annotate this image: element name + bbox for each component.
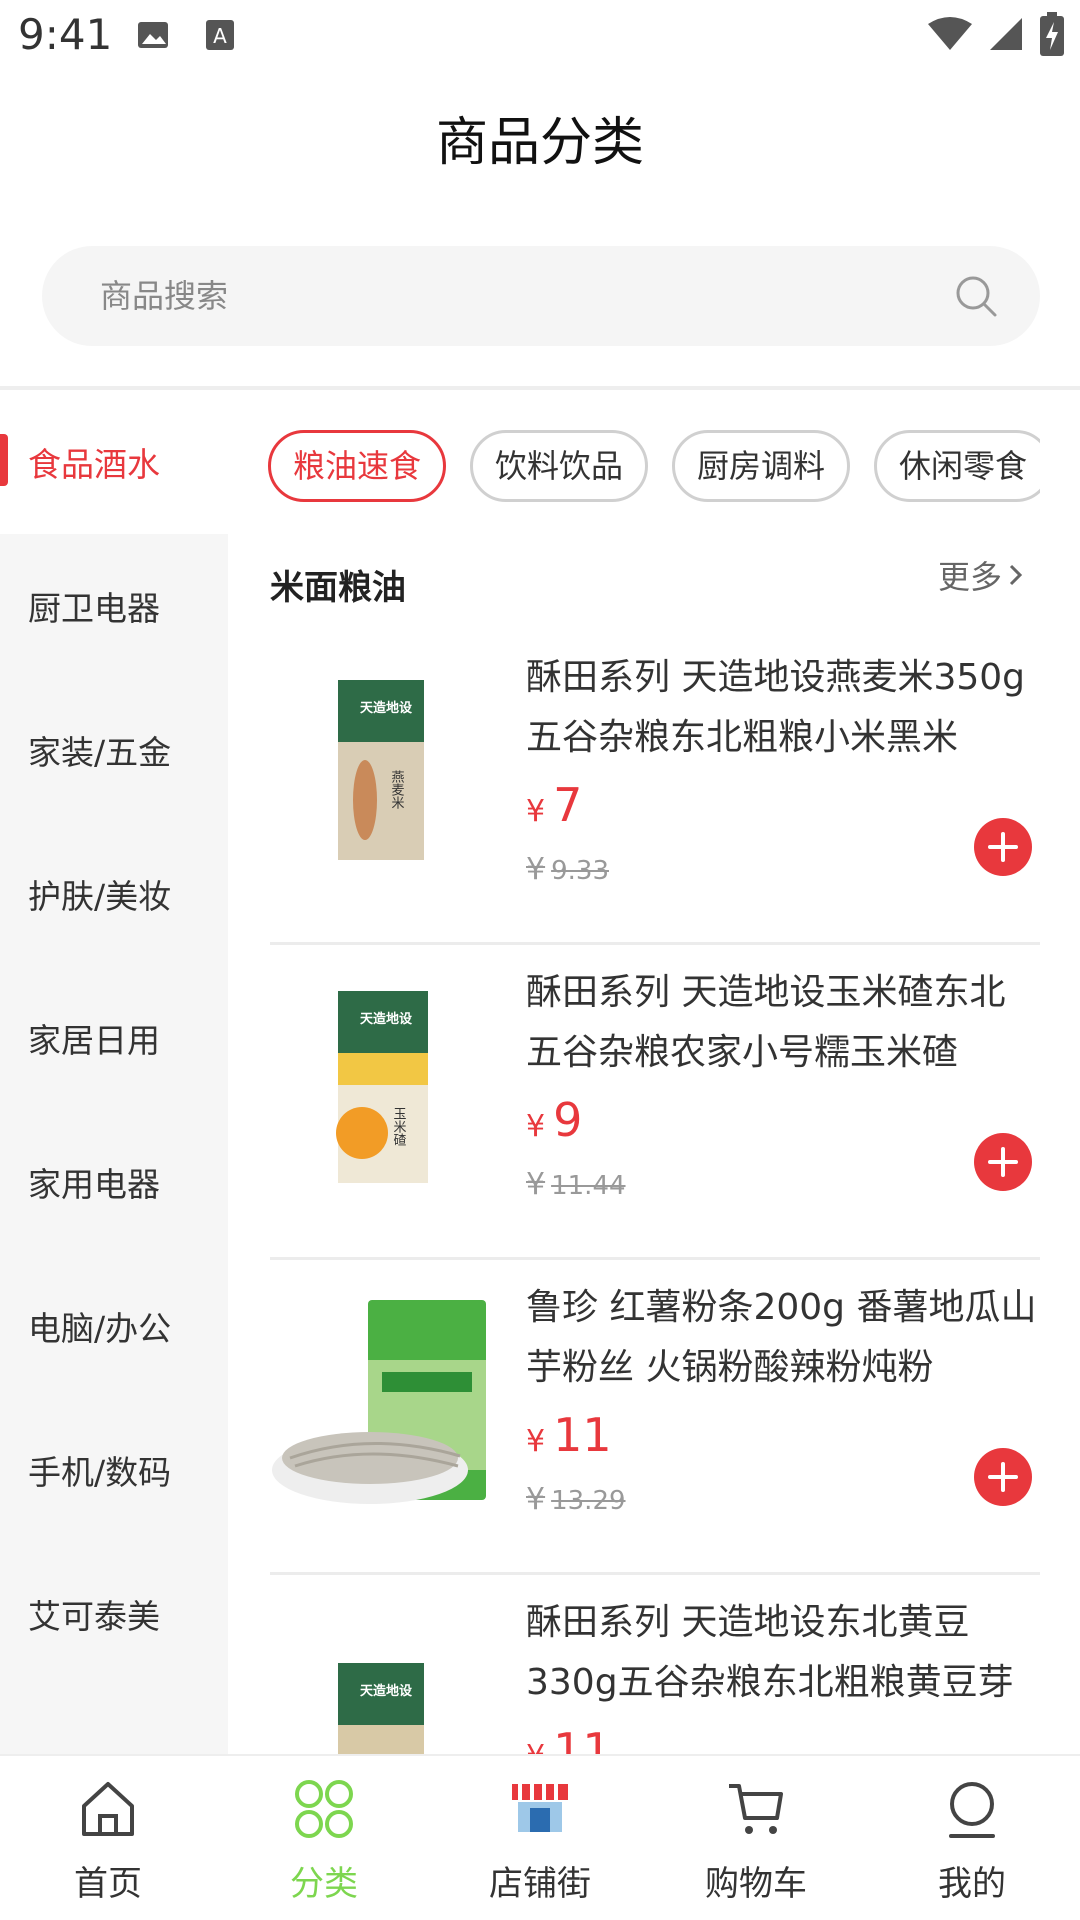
image-notification-icon — [138, 22, 168, 48]
product-price: ¥7 — [526, 778, 583, 832]
signal-icon — [990, 18, 1022, 50]
nav-cart[interactable]: 购物车 — [648, 1756, 864, 1920]
product-image-sweet-potato-noodles — [272, 1300, 486, 1504]
product-card[interactable]: 鲁珍 红薯粉条200g 番薯地瓜山芋粉丝 火锅粉酸辣粉炖粉 ¥11 ¥13.29 — [270, 1260, 1040, 1575]
sidebar-item-household[interactable]: 家居日用 — [0, 966, 228, 1110]
nav-profile[interactable]: 我的 — [864, 1756, 1080, 1920]
svg-text:玉米碴: 玉米碴 — [391, 1107, 407, 1146]
product-list[interactable]: 天造地设 燕麦米 酥田系列 天造地设燕麦米350g五谷杂粮东北粗粮小米黑米 ¥7… — [270, 630, 1040, 1754]
wifi-icon — [928, 17, 972, 50]
chevron-right-icon — [1009, 564, 1023, 586]
chip-seasoning[interactable]: 厨房调料 — [672, 430, 851, 502]
product-name[interactable]: 酥田系列 天造地设玉米碴东北五谷杂粮农家小号糯玉米碴 — [526, 963, 1040, 1083]
svg-text:A: A — [213, 24, 227, 48]
add-to-cart-button[interactable] — [974, 1448, 1032, 1506]
svg-text:天造地设: 天造地设 — [360, 700, 413, 716]
cart-icon — [729, 1784, 783, 1834]
product-card[interactable]: 天造地设 酥田系列 天造地设东北黄豆330g五谷杂粮东北粗粮黄豆芽 ¥11 — [270, 1575, 1040, 1754]
search-bar[interactable] — [42, 246, 1040, 346]
status-time: 9:41 — [18, 10, 113, 59]
product-name[interactable]: 鲁珍 红薯粉条200g 番薯地瓜山芋粉丝 火锅粉酸辣粉炖粉 — [526, 1278, 1040, 1398]
profile-icon — [949, 1782, 995, 1838]
add-to-cart-button[interactable] — [974, 818, 1032, 876]
nav-profile-label: 我的 — [938, 1864, 1006, 1904]
bottom-nav[interactable]: 首页 分类 店铺街 购物车 我的 — [0, 1754, 1080, 1920]
chip-snacks[interactable]: 休闲零食 — [874, 430, 1040, 502]
nav-shops[interactable]: 店铺街 — [432, 1756, 648, 1920]
battery-icon — [1040, 12, 1064, 56]
nav-cart-label: 购物车 — [705, 1864, 807, 1904]
sidebar-item-food[interactable]: 食品酒水 — [0, 390, 228, 534]
sidebar-item-kitchen[interactable]: 厨卫电器 — [0, 534, 228, 678]
chip-grain-oil[interactable]: 粮油速食 — [268, 430, 447, 502]
more-label: 更多 — [937, 558, 1002, 596]
product-name[interactable]: 酥田系列 天造地设燕麦米350g五谷杂粮东北粗粮小米黑米 — [526, 648, 1040, 768]
product-image-soybean: 天造地设 — [338, 1663, 424, 1754]
sidebar-item-aiketai[interactable]: 艾可泰美 — [0, 1542, 228, 1686]
search-input[interactable] — [100, 246, 900, 346]
chip-drinks[interactable]: 饮料饮品 — [470, 430, 649, 502]
product-old-price: ¥9.33 — [526, 852, 609, 887]
nav-shops-label: 店铺街 — [489, 1864, 591, 1904]
svg-text:天造地设: 天造地设 — [360, 1683, 413, 1699]
nav-home-label: 首页 — [74, 1864, 142, 1904]
product-price: ¥11 — [526, 1408, 612, 1462]
product-card[interactable]: 天造地设 燕麦米 酥田系列 天造地设燕麦米350g五谷杂粮东北粗粮小米黑米 ¥7… — [270, 630, 1040, 945]
category-icon — [295, 1780, 353, 1838]
status-bar: 9:41 A — [0, 0, 1080, 72]
section-title: 米面粮油 — [270, 568, 406, 608]
sidebar-item-hardware[interactable]: 家装/五金 — [0, 678, 228, 822]
product-card[interactable]: 天造地设 玉米碴 酥田系列 天造地设玉米碴东北五谷杂粮农家小号糯玉米碴 ¥9 ¥… — [270, 945, 1040, 1260]
search-icon[interactable] — [954, 274, 998, 318]
add-to-cart-button[interactable] — [974, 1133, 1032, 1191]
product-image-oat-rice: 天造地设 燕麦米 — [338, 680, 424, 860]
product-old-price: ¥13.29 — [526, 1482, 626, 1517]
svg-text:天造地设: 天造地设 — [360, 1011, 413, 1027]
product-image-corn-grits: 天造地设 玉米碴 — [336, 991, 428, 1183]
sidebar-item-beauty[interactable]: 护肤/美妆 — [0, 822, 228, 966]
nav-category-label: 分类 — [290, 1864, 358, 1904]
home-icon — [82, 1782, 134, 1836]
subcategory-tabs[interactable]: 粮油速食 饮料饮品 厨房调料 休闲零食 — [268, 430, 1040, 506]
nav-category[interactable]: 分类 — [216, 1756, 432, 1920]
product-name[interactable]: 酥田系列 天造地设东北黄豆330g五谷杂粮东北粗粮黄豆芽 — [526, 1593, 1040, 1713]
page-title: 商品分类 — [435, 113, 644, 173]
product-price: ¥9 — [526, 1093, 583, 1147]
product-old-price: ¥11.44 — [526, 1167, 626, 1202]
sidebar-item-appliances[interactable]: 家用电器 — [0, 1110, 228, 1254]
category-sidebar[interactable]: 食品酒水 厨卫电器 家装/五金 护肤/美妆 家居日用 家用电器 电脑/办公 手机… — [0, 390, 228, 1754]
text-notification-icon: A — [206, 20, 234, 50]
svg-text:燕麦米: 燕麦米 — [389, 770, 405, 809]
sidebar-item-computer[interactable]: 电脑/办公 — [0, 1254, 228, 1398]
product-price: ¥11 — [526, 1723, 612, 1754]
sidebar-item-phone[interactable]: 手机/数码 — [0, 1398, 228, 1542]
storefront-icon — [512, 1784, 568, 1832]
more-link[interactable]: 更多 — [938, 552, 1024, 598]
nav-home[interactable]: 首页 — [0, 1756, 216, 1920]
